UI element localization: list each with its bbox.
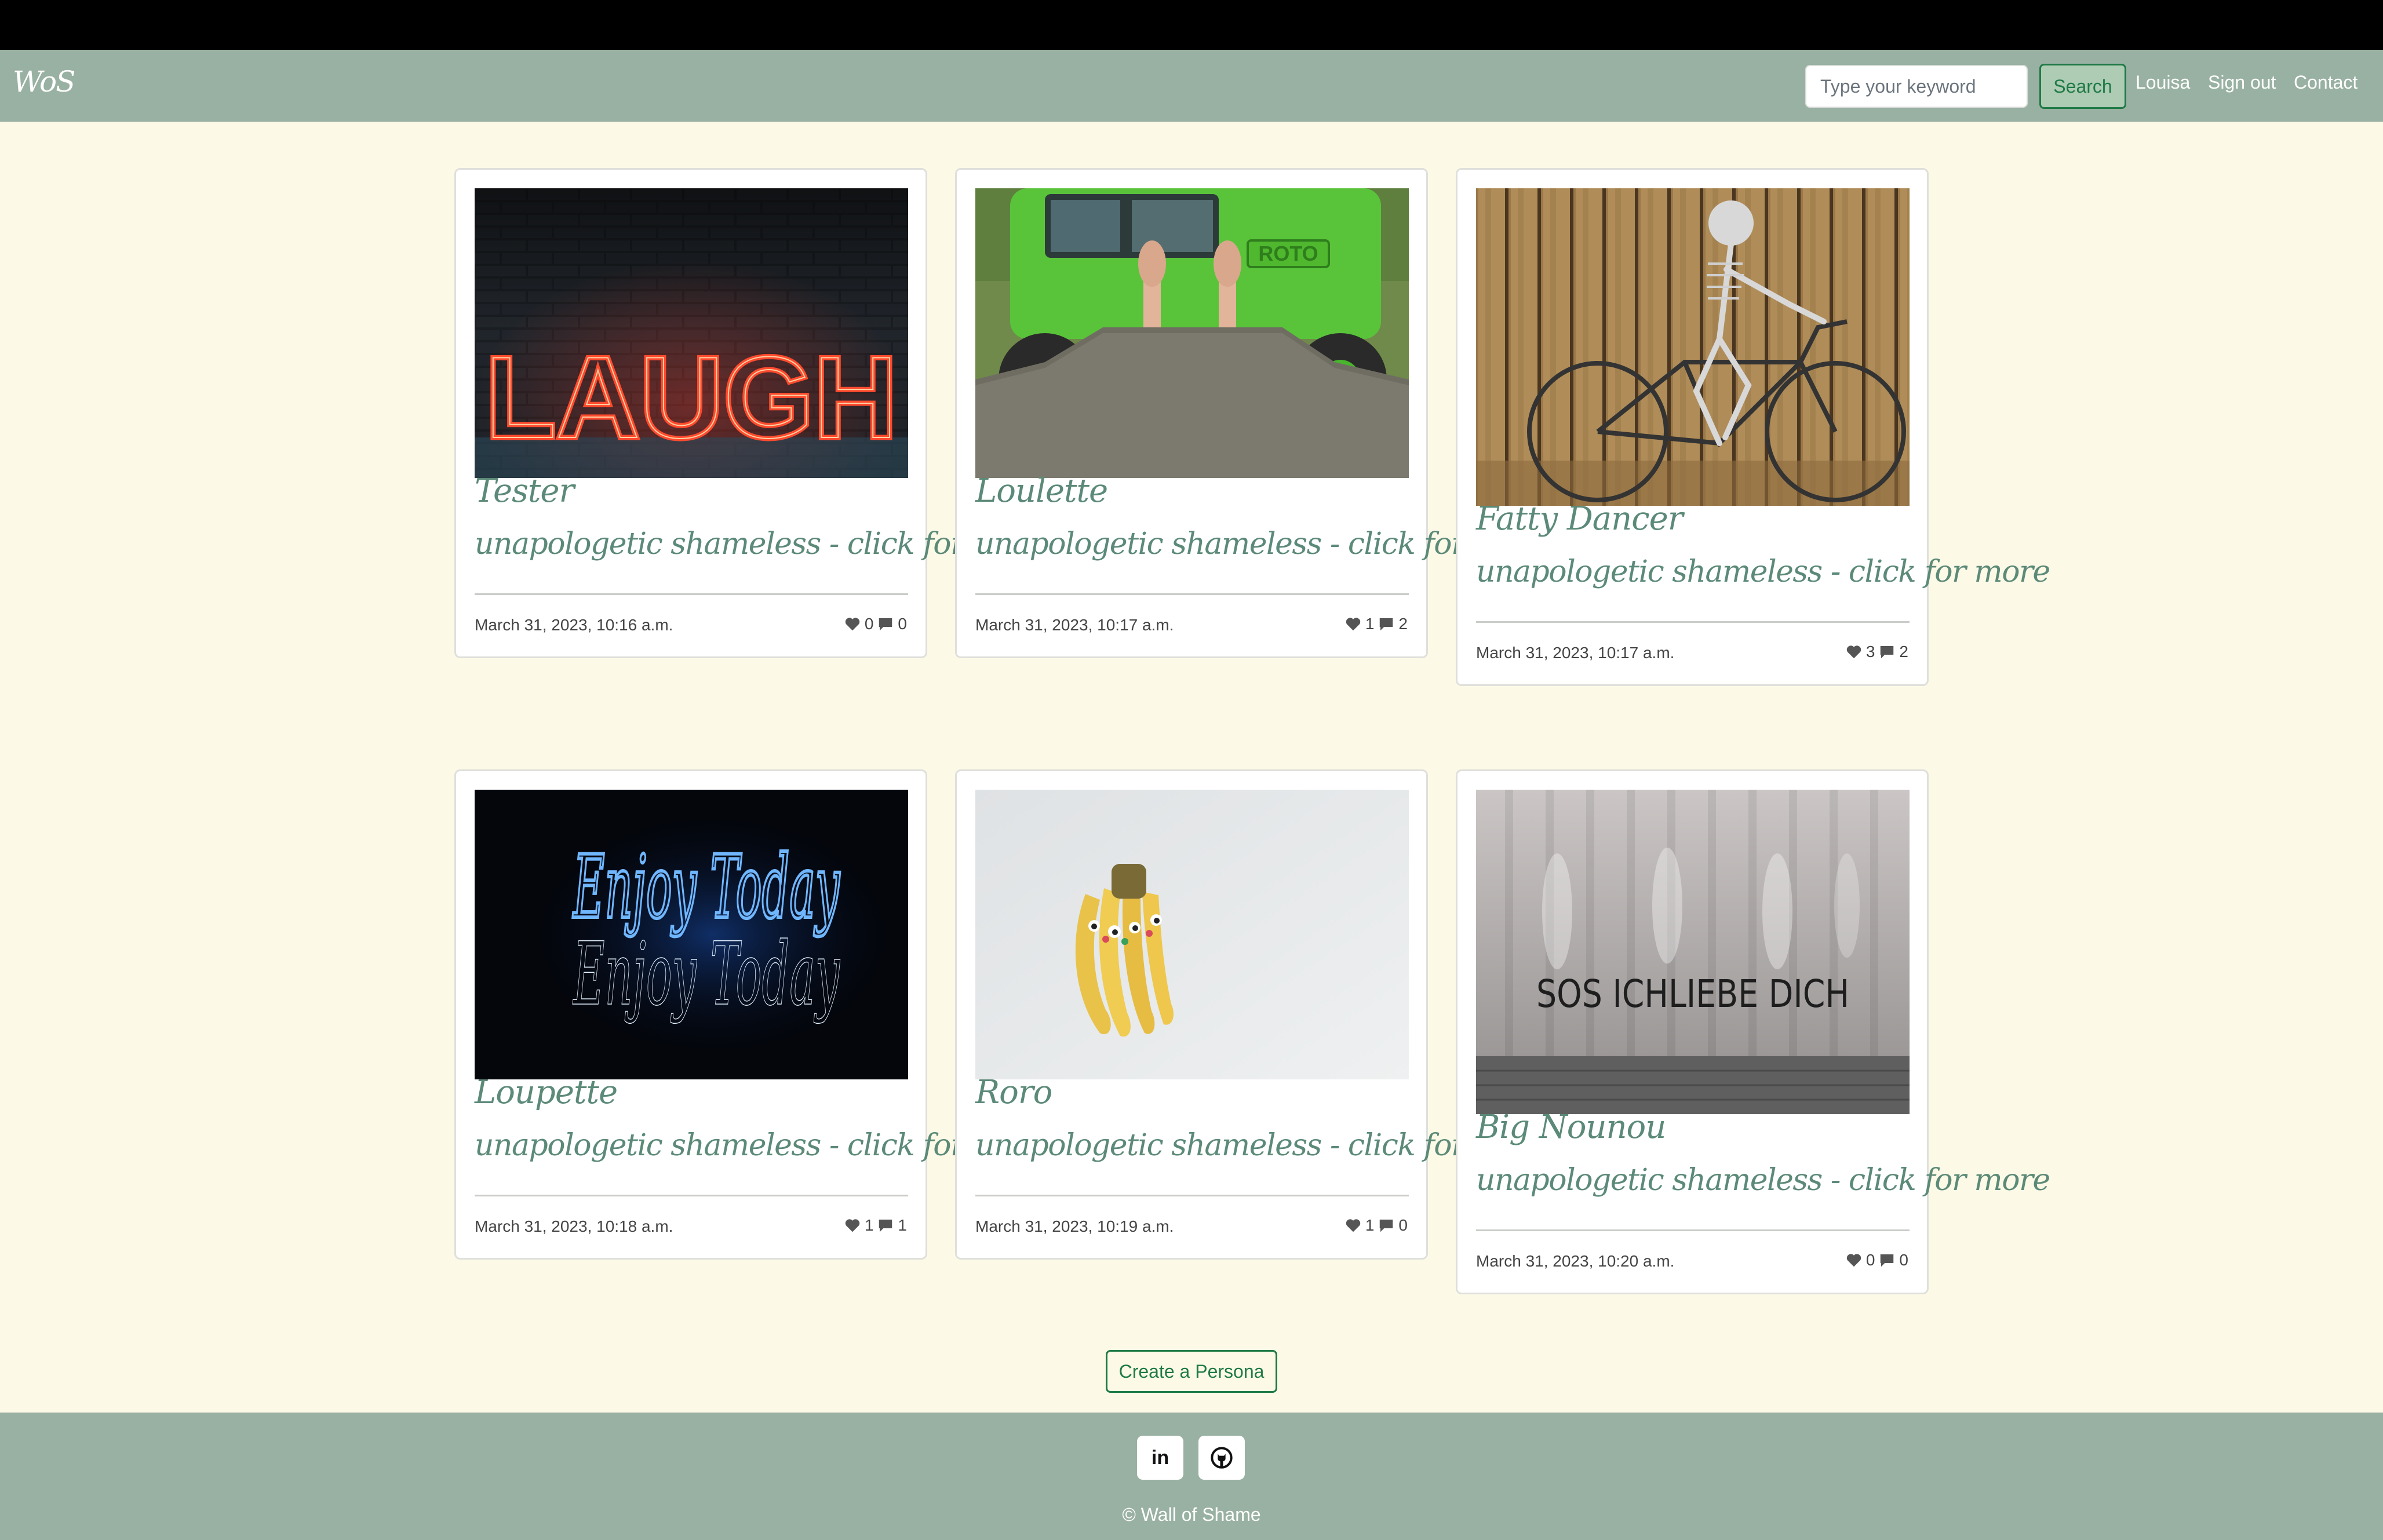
card-divider	[1476, 621, 1910, 623]
heart-icon[interactable]	[1845, 643, 1863, 660]
heart-icon[interactable]	[1845, 1251, 1863, 1269]
laugh-neon-image: LAUGH LAUGH	[475, 188, 908, 478]
create-persona-button[interactable]: Create a Persona	[1106, 1350, 1277, 1393]
persona-image[interactable]: ROTO	[975, 188, 1409, 478]
comment-icon[interactable]	[877, 1217, 894, 1234]
top-black-bar	[0, 0, 2383, 50]
card-divider	[475, 593, 908, 595]
graffiti-tarp-image: SOS ICHLIEBE DICH	[1476, 790, 1910, 1114]
like-count: 1	[1365, 615, 1375, 633]
persona-name[interactable]: Roro	[975, 1074, 1052, 1111]
persona-name[interactable]: Big Nounou	[1476, 1108, 1666, 1146]
bananas-image	[975, 790, 1409, 1079]
persona-card[interactable]: Roro unapologetic shameless - click for …	[955, 769, 1550, 1260]
persona-card[interactable]: Fatty Dancer unapologetic shameless - cl…	[1456, 168, 2050, 686]
post-date: March 31, 2023, 10:16 a.m.	[475, 616, 673, 634]
persona-name[interactable]: Tester	[475, 472, 574, 510]
persona-image[interactable]: LAUGH LAUGH	[475, 188, 908, 478]
post-date: March 31, 2023, 10:20 a.m.	[1476, 1252, 1675, 1270]
heart-icon[interactable]	[844, 615, 861, 633]
like-count: 1	[1365, 1216, 1375, 1234]
persona-card[interactable]: Enjoy Today Enjoy Today Loupette unapolo…	[454, 769, 1049, 1260]
persona-card[interactable]: SOS ICHLIEBE DICH Big Nounou unapologeti…	[1456, 769, 2050, 1294]
persona-card[interactable]: LAUGH LAUGH Tester unapologetic shameles…	[454, 168, 1049, 658]
nav-user-louisa[interactable]: Louisa	[2136, 72, 2190, 93]
enjoy-today-neon-image: Enjoy Today Enjoy Today	[475, 790, 908, 1079]
persona-card[interactable]: ROTO Loulette unapologetic shameless - c…	[955, 168, 1550, 658]
copyright-text: © Wall of Shame	[1122, 1504, 1261, 1525]
persona-image[interactable]: SOS ICHLIEBE DICH	[1476, 790, 1910, 1114]
like-count: 0	[864, 615, 874, 633]
heart-icon[interactable]	[1344, 615, 1362, 633]
comment-icon[interactable]	[1878, 1251, 1896, 1269]
linkedin-button[interactable]: in	[1137, 1436, 1183, 1480]
navbar: WoS Search Louisa Sign out Contact	[0, 50, 2383, 122]
comment-count: 1	[898, 1216, 907, 1234]
like-count: 3	[1865, 643, 1875, 660]
laugh-neon-core: LAUGH	[485, 333, 897, 462]
persona-image[interactable]: Enjoy Today Enjoy Today	[475, 790, 908, 1079]
comment-icon[interactable]	[1378, 1217, 1395, 1234]
post-date: March 31, 2023, 10:17 a.m.	[1476, 644, 1675, 662]
comment-count: 0	[898, 615, 907, 633]
card-stats: 3 2	[1845, 643, 1908, 661]
post-date: March 31, 2023, 10:19 a.m.	[975, 1217, 1174, 1235]
like-count: 1	[864, 1216, 874, 1234]
card-divider	[975, 1195, 1409, 1196]
post-date: March 31, 2023, 10:18 a.m.	[475, 1217, 673, 1235]
card-stats: 1 2	[1344, 615, 1408, 633]
card-stats: 1 0	[1344, 1216, 1408, 1235]
comment-icon[interactable]	[1878, 643, 1896, 660]
persona-name[interactable]: Loulette	[975, 472, 1108, 510]
comment-count: 0	[1398, 1216, 1408, 1234]
persona-name[interactable]: Loupette	[475, 1074, 618, 1111]
persona-tagline[interactable]: unapologetic shameless - click for more	[1476, 1163, 2050, 1198]
graffiti-text: SOS ICHLIEBE DICH	[1536, 972, 1849, 1016]
heart-icon[interactable]	[844, 1217, 861, 1234]
roto-label: ROTO	[1258, 242, 1318, 265]
search-button[interactable]: Search	[2039, 64, 2126, 109]
comment-count: 2	[1899, 643, 1908, 660]
github-icon	[1211, 1447, 1233, 1469]
comment-icon[interactable]	[1378, 615, 1395, 633]
loader-feet-image: ROTO	[975, 188, 1409, 478]
persona-image[interactable]	[1476, 188, 1910, 506]
heart-icon[interactable]	[1344, 1217, 1362, 1234]
persona-tagline[interactable]: unapologetic shameless - click for more	[1476, 554, 2050, 589]
card-stats: 0 0	[1845, 1251, 1908, 1269]
linkedin-icon: in	[1151, 1446, 1169, 1469]
card-divider	[1476, 1229, 1910, 1231]
card-stats: 1 1	[844, 1216, 907, 1235]
persona-name[interactable]: Fatty Dancer	[1476, 500, 1684, 538]
post-date: March 31, 2023, 10:17 a.m.	[975, 616, 1174, 634]
footer: in © Wall of Shame	[0, 1413, 2383, 1540]
nav-contact[interactable]: Contact	[2294, 72, 2358, 93]
search-input[interactable]	[1805, 65, 2028, 108]
comment-icon[interactable]	[877, 615, 894, 633]
github-button[interactable]	[1198, 1436, 1245, 1480]
comment-count: 2	[1398, 615, 1408, 633]
card-divider	[475, 1195, 908, 1196]
brand-logo[interactable]: WoS	[13, 65, 75, 98]
like-count: 0	[1865, 1251, 1875, 1269]
enjoy-today-neon-core: Enjoy Today	[573, 924, 841, 1025]
comment-count: 0	[1899, 1251, 1908, 1269]
card-stats: 0 0	[844, 615, 907, 633]
persona-image[interactable]	[975, 790, 1409, 1079]
skeleton-bicycle-image	[1476, 188, 1910, 506]
nav-sign-out[interactable]: Sign out	[2208, 72, 2276, 93]
enjoy-today-neon-text: Enjoy Today	[573, 837, 841, 938]
card-divider	[975, 593, 1409, 595]
